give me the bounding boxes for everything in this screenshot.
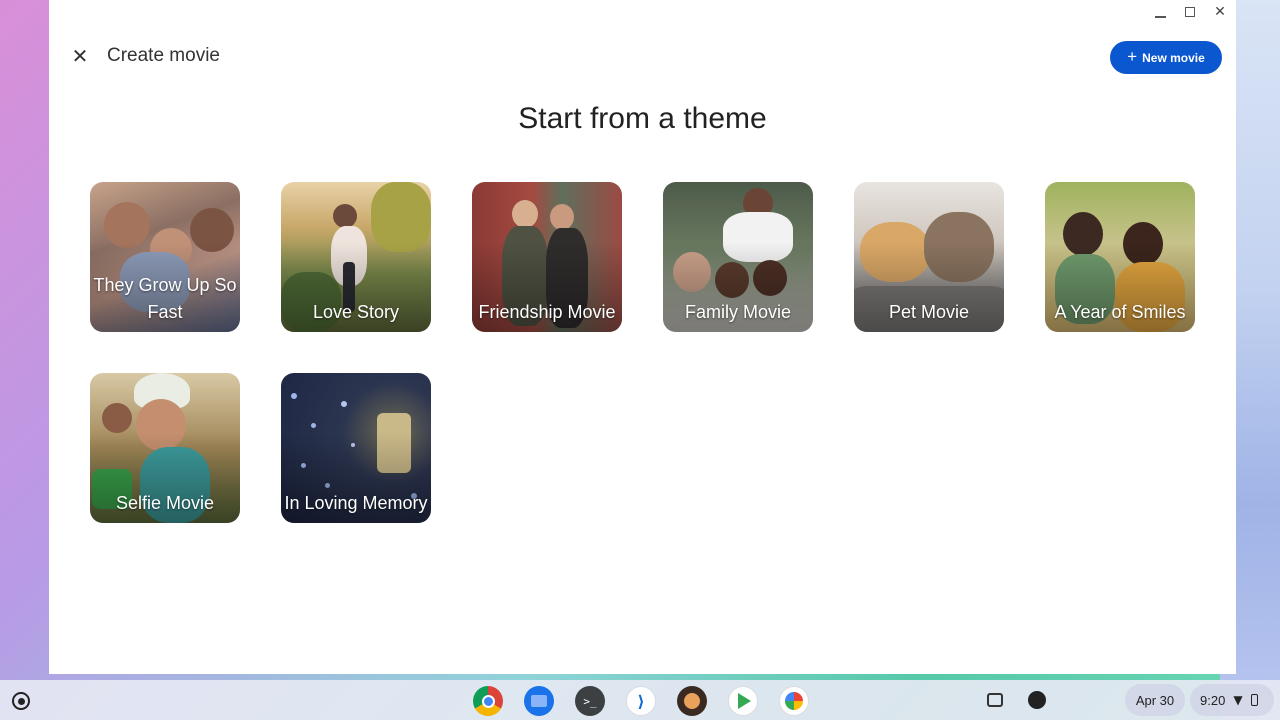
- terminal-icon[interactable]: >_: [575, 686, 605, 716]
- close-icon: ✕: [1214, 4, 1226, 20]
- screen-capture-icon[interactable]: [987, 691, 1005, 709]
- new-movie-label: New movie: [1142, 50, 1205, 65]
- theme-label: Pet Movie: [888, 302, 970, 322]
- theme-label: Selfie Movie: [115, 493, 215, 513]
- section-heading: Start from a theme: [518, 102, 767, 135]
- play-store-icon[interactable]: [728, 686, 758, 716]
- shelf: >_ ⟩ Apr 30 9:20 ▼: [0, 680, 1280, 720]
- theme-tile-in-loving-memory[interactable]: In Loving Memory: [281, 373, 431, 523]
- vscode-icon[interactable]: ⟩: [626, 686, 656, 716]
- theme-label: They Grow Up So Fast: [93, 275, 237, 322]
- theme-tile-friendship-movie[interactable]: Friendship Movie: [472, 182, 622, 332]
- app-icon[interactable]: [677, 686, 707, 716]
- theme-label: Love Story: [312, 302, 400, 322]
- time-text: 9:20: [1200, 692, 1226, 708]
- page-title: Create movie: [107, 45, 220, 66]
- plus-icon: +: [1127, 47, 1138, 66]
- theme-tile-family-movie[interactable]: Family Movie: [663, 182, 813, 332]
- maximize-icon: [1185, 7, 1195, 17]
- theme-tile-love-story[interactable]: Love Story: [281, 182, 431, 332]
- minimize-button[interactable]: [1154, 6, 1166, 18]
- wifi-icon: ▼: [1233, 693, 1243, 707]
- theme-label: Family Movie: [684, 302, 791, 322]
- photos-icon[interactable]: [779, 686, 809, 716]
- theme-label: In Loving Memory: [284, 493, 428, 513]
- theme-label: A Year of Smiles: [1054, 302, 1186, 322]
- minimize-icon: [1154, 16, 1166, 18]
- system-tray-icon[interactable]: [1028, 691, 1046, 709]
- date-pill[interactable]: Apr 30: [1125, 684, 1185, 716]
- window-close-button[interactable]: ✕: [1214, 4, 1226, 20]
- theme-label: Friendship Movie: [478, 302, 616, 322]
- app-window: ✕ ✕ Create movie + New movie Start from …: [49, 0, 1236, 674]
- theme-tile-selfie-movie[interactable]: Selfie Movie: [90, 373, 240, 523]
- theme-tile-a-year-of-smiles[interactable]: A Year of Smiles: [1045, 182, 1195, 332]
- status-area[interactable]: 9:20 ▼: [1190, 684, 1274, 716]
- theme-tile-pet-movie[interactable]: Pet Movie: [854, 182, 1004, 332]
- theme-tile-they-grow-up-so-fast[interactable]: They Grow Up So Fast: [90, 182, 240, 332]
- files-icon[interactable]: [524, 686, 554, 716]
- date-text: Apr 30: [1135, 692, 1175, 708]
- window-controls: ✕: [1154, 4, 1226, 20]
- battery-icon: [1250, 694, 1258, 706]
- chrome-icon[interactable]: [473, 686, 503, 716]
- new-movie-button[interactable]: + New movie: [1110, 41, 1222, 74]
- close-editor-button[interactable]: ✕: [69, 44, 91, 68]
- launcher-icon: [17, 697, 25, 705]
- maximize-button[interactable]: [1184, 6, 1196, 18]
- close-icon: ✕: [71, 44, 89, 68]
- launcher-button[interactable]: [12, 692, 30, 710]
